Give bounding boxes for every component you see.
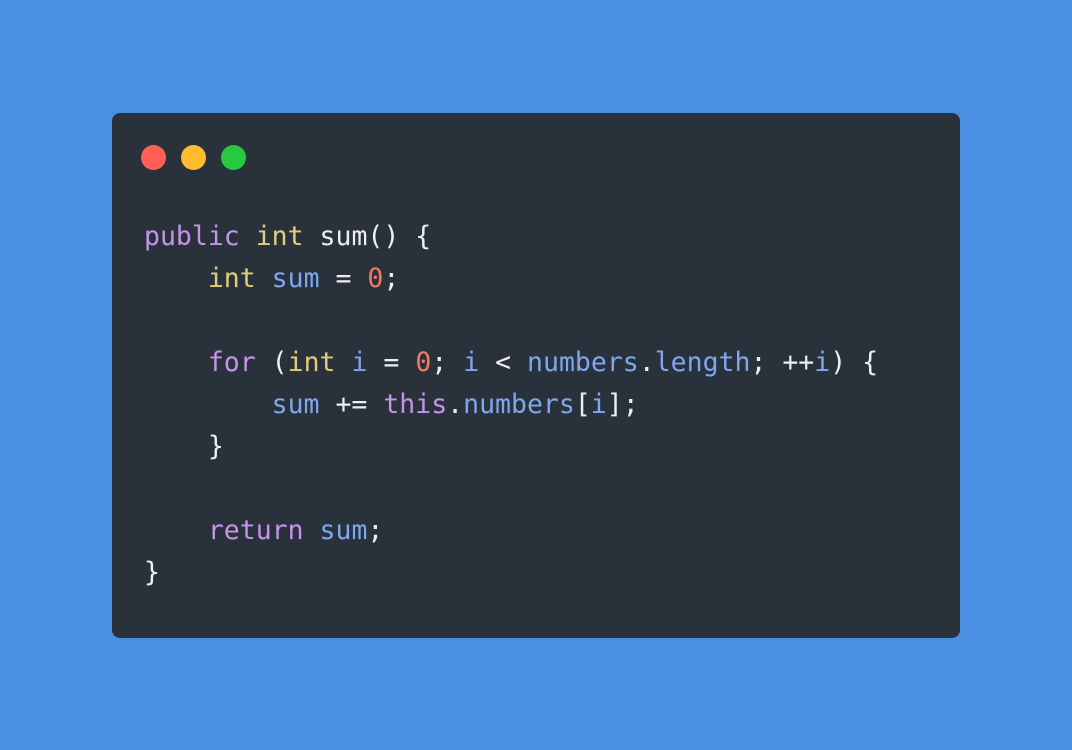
code-token: int (287, 347, 336, 378)
code-token: } (144, 557, 160, 588)
code-block: public int sum() { int sum = 0; for (int… (144, 216, 878, 594)
code-line: int sum = 0; (144, 258, 878, 300)
code-token: } (144, 431, 224, 462)
code-token: i (814, 347, 831, 378)
code-token: ( (255, 347, 288, 378)
maximize-dot-icon[interactable] (221, 145, 246, 170)
code-token: = (367, 347, 416, 378)
code-token: < (479, 347, 528, 378)
code-token: . (447, 389, 464, 420)
code-token: numbers (463, 389, 575, 420)
code-token: sum() { (303, 221, 432, 252)
code-token: int (207, 263, 256, 294)
close-dot-icon[interactable] (141, 145, 166, 170)
code-line: public int sum() { (144, 216, 878, 258)
code-token: i (590, 389, 607, 420)
code-token: ) { (830, 347, 879, 378)
code-line: return sum; (144, 510, 878, 552)
code-token: = (319, 263, 368, 294)
code-line: } (144, 426, 878, 468)
minimize-dot-icon[interactable] (181, 145, 206, 170)
code-token: sum (319, 515, 368, 546)
code-token: ]; (606, 389, 639, 420)
code-line: } (144, 552, 878, 594)
code-token: int (255, 221, 304, 252)
code-token: ; (431, 347, 464, 378)
code-line: for (int i = 0; i < numbers.length; ++i)… (144, 342, 878, 384)
code-token: ; ++ (750, 347, 815, 378)
code-token: ; (383, 263, 400, 294)
code-window: public int sum() { int sum = 0; for (int… (112, 113, 960, 638)
code-token: += (319, 389, 384, 420)
code-token: [ (574, 389, 591, 420)
code-token: i (463, 347, 480, 378)
code-line: sum += this.numbers[i]; (144, 384, 878, 426)
code-token: ; (367, 515, 384, 546)
code-token: for (207, 347, 256, 378)
code-token: public (144, 221, 240, 252)
code-token: this (383, 389, 448, 420)
code-token: return (207, 515, 304, 546)
code-token: sum (271, 263, 320, 294)
code-token: sum (271, 389, 320, 420)
code-token: . (638, 347, 655, 378)
code-token: i (351, 347, 368, 378)
code-token: 0 (367, 263, 384, 294)
code-token: 0 (415, 347, 432, 378)
code-token: numbers (527, 347, 639, 378)
code-token: length (654, 347, 751, 378)
